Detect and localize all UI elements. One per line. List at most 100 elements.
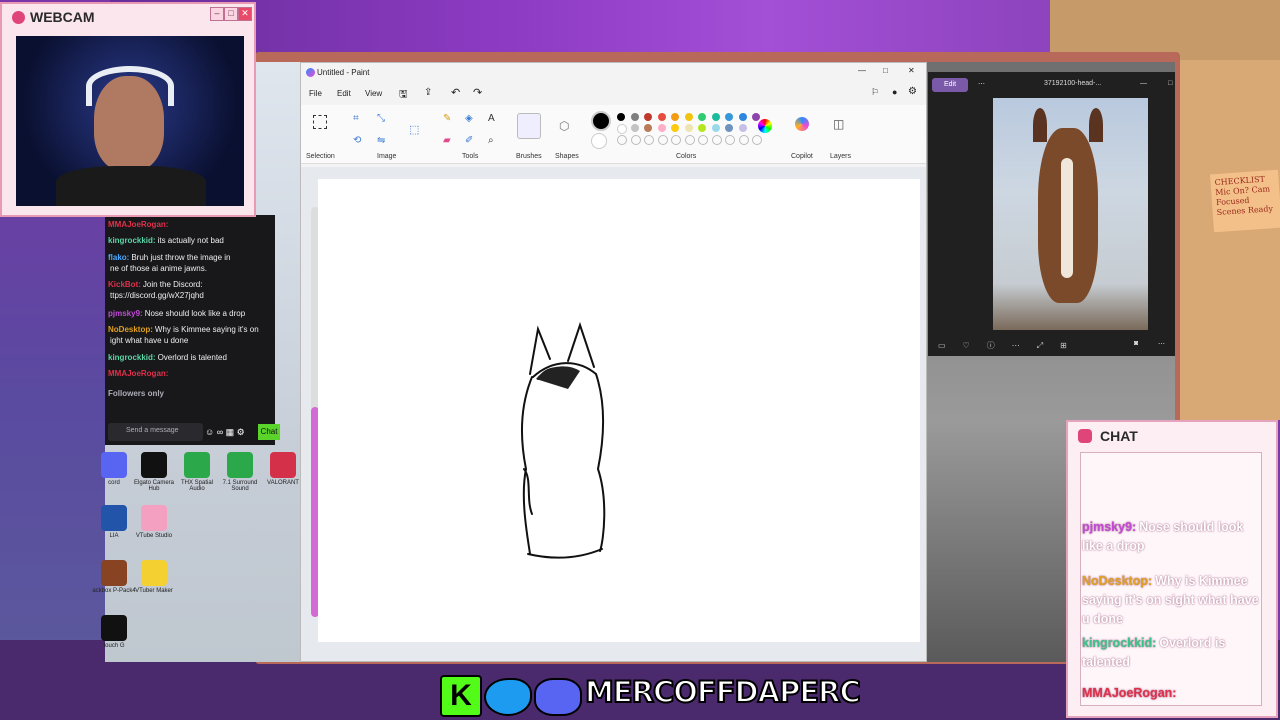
feedback-icon[interactable]: ⚐ xyxy=(871,87,879,98)
maximize-icon[interactable]: □ xyxy=(883,66,888,75)
menu-edit[interactable]: Edit xyxy=(337,89,351,98)
palette-swatch[interactable] xyxy=(671,124,679,132)
palette-swatch[interactable] xyxy=(725,113,733,121)
redo-icon[interactable]: ↷ xyxy=(473,86,482,99)
twitch-chat-panel: MMAJoeRogan: kingrockkid: its actually not… xyxy=(105,215,280,445)
chat-username[interactable]: Followers only xyxy=(108,389,164,398)
color-picker-icon[interactable]: ✐ xyxy=(465,135,473,146)
palette-swatch[interactable] xyxy=(684,113,693,121)
selection-rect-icon[interactable] xyxy=(313,115,327,129)
undo-icon[interactable]: ↶ xyxy=(451,86,460,99)
paint-drawing-canvas[interactable] xyxy=(318,179,920,642)
menu-file[interactable]: File xyxy=(309,89,322,98)
palette-swatch[interactable] xyxy=(698,113,706,121)
more-options-icon[interactable]: ⋯ xyxy=(978,80,985,88)
chat-username[interactable]: kingrockkid: xyxy=(108,353,156,362)
edit-button[interactable]: Edit xyxy=(932,78,968,92)
palette-swatch[interactable] xyxy=(657,113,666,121)
palette-swatch[interactable] xyxy=(630,113,639,121)
palette-swatch[interactable] xyxy=(617,124,627,134)
empty-palette-slot[interactable] xyxy=(738,135,749,145)
palette-swatch[interactable] xyxy=(684,124,693,132)
primary-color-swatch[interactable] xyxy=(591,111,611,131)
minimize-icon[interactable]: – xyxy=(210,7,224,21)
desktop-icon[interactable]: VTuber Maker xyxy=(132,560,176,594)
desktop-icon[interactable]: 7.1 Surround Sound xyxy=(218,452,262,492)
empty-palette-slot[interactable] xyxy=(644,135,654,145)
resize-icon[interactable]: ⤡ xyxy=(377,113,385,124)
chat-username[interactable]: MMAJoeRogan: xyxy=(108,369,168,378)
empty-palette-slot[interactable] xyxy=(725,135,735,145)
secondary-color-swatch[interactable] xyxy=(591,133,607,149)
empty-palette-slot[interactable] xyxy=(752,135,762,145)
camera-icon[interactable]: ◙ xyxy=(1134,340,1138,347)
shapes-icon[interactable]: ⬡ xyxy=(559,119,569,133)
chat-username[interactable]: kingrockkid: xyxy=(108,236,156,245)
minimize-icon[interactable]: — xyxy=(1140,80,1147,87)
palette-swatch[interactable] xyxy=(671,113,679,121)
edit-colors-icon[interactable] xyxy=(758,119,772,133)
fill-icon[interactable]: ◈ xyxy=(465,113,473,124)
menu-view[interactable]: View xyxy=(365,89,382,98)
desktop-icon[interactable]: touch G xyxy=(92,615,136,649)
image-select-icon[interactable]: ⬚ xyxy=(409,123,419,136)
chat-send-button[interactable]: Chat xyxy=(258,424,280,440)
desktop-icon[interactable]: ackbox P-Pack4 xyxy=(92,560,136,594)
close-icon[interactable]: ✕ xyxy=(908,66,915,75)
photo-toolbar-icons[interactable]: ▭♡ⓘ⋯⤢⊞ xyxy=(938,340,1084,351)
share-icon[interactable]: ⇪ xyxy=(424,87,432,98)
account-icon[interactable]: ● xyxy=(892,87,897,97)
maximize-icon[interactable]: □ xyxy=(224,7,238,21)
magnifier-icon[interactable]: ⌕ xyxy=(488,135,494,146)
eraser-icon[interactable]: ▰ xyxy=(443,135,451,146)
palette-swatch[interactable] xyxy=(738,124,747,132)
minimize-icon[interactable]: — xyxy=(858,66,866,75)
palette-swatch[interactable] xyxy=(711,113,720,121)
layers-icon[interactable]: ◫ xyxy=(833,117,844,131)
more-options-icon[interactable]: ⋯ xyxy=(1158,340,1165,348)
flip-icon[interactable]: ⇋ xyxy=(377,135,385,146)
overlay-chat-username: pjmsky9: xyxy=(1082,520,1137,534)
chat-username[interactable]: flako: xyxy=(108,253,129,262)
desktop-icon-label: Elgato Camera Hub xyxy=(133,480,175,492)
desktop-icon[interactable]: LIA xyxy=(92,505,136,539)
empty-palette-slot[interactable] xyxy=(711,135,722,145)
empty-palette-slot[interactable] xyxy=(617,135,627,145)
palette-swatch[interactable] xyxy=(752,113,760,121)
chat-username[interactable]: NoDesktop: xyxy=(108,325,153,334)
chat-username[interactable]: pjmsky9: xyxy=(108,309,143,318)
palette-swatch[interactable] xyxy=(725,124,733,132)
palette-swatch[interactable] xyxy=(738,113,747,121)
desktop-icon[interactable]: VALORANT xyxy=(261,452,305,486)
palette-swatch[interactable] xyxy=(657,124,666,132)
rotate-icon[interactable]: ⟲ xyxy=(353,135,361,146)
maximize-icon[interactable]: □ xyxy=(1168,80,1172,87)
desktop-icon[interactable]: cord xyxy=(92,452,136,486)
crop-icon[interactable]: ⌗ xyxy=(353,113,359,124)
empty-palette-slot[interactable] xyxy=(698,135,708,145)
empty-palette-slot[interactable] xyxy=(671,135,681,145)
chat-username[interactable]: KickBot: xyxy=(108,280,141,289)
palette-swatch[interactable] xyxy=(630,124,639,132)
settings-gear-icon[interactable]: ⚙ xyxy=(908,86,917,97)
copilot-icon[interactable] xyxy=(795,117,809,131)
empty-palette-slot[interactable] xyxy=(630,135,641,145)
chat-username[interactable]: MMAJoeRogan: xyxy=(108,220,168,229)
pencil-icon[interactable]: ✎ xyxy=(443,113,451,124)
palette-swatch[interactable] xyxy=(644,113,652,121)
desktop-icon[interactable]: VTube Studio xyxy=(132,505,176,539)
empty-palette-slot[interactable] xyxy=(657,135,668,145)
desktop-icon[interactable]: THX Spatial Audio xyxy=(175,452,219,492)
palette-swatch[interactable] xyxy=(711,124,720,132)
brush-icon[interactable] xyxy=(517,113,541,139)
chat-message-input[interactable]: Send a message xyxy=(108,423,203,441)
desktop-icon[interactable]: Elgato Camera Hub xyxy=(132,452,176,492)
palette-swatch[interactable] xyxy=(698,124,706,132)
chat-toolbar-icons[interactable]: ☺ ∞ ▦ ⚙ xyxy=(205,427,245,438)
close-icon[interactable]: ✕ xyxy=(238,7,252,21)
text-icon[interactable]: A xyxy=(488,113,495,124)
save-icon[interactable]: 🖫 xyxy=(399,87,408,104)
empty-palette-slot[interactable] xyxy=(684,135,695,145)
palette-swatch[interactable] xyxy=(617,113,625,121)
palette-swatch[interactable] xyxy=(644,124,652,132)
